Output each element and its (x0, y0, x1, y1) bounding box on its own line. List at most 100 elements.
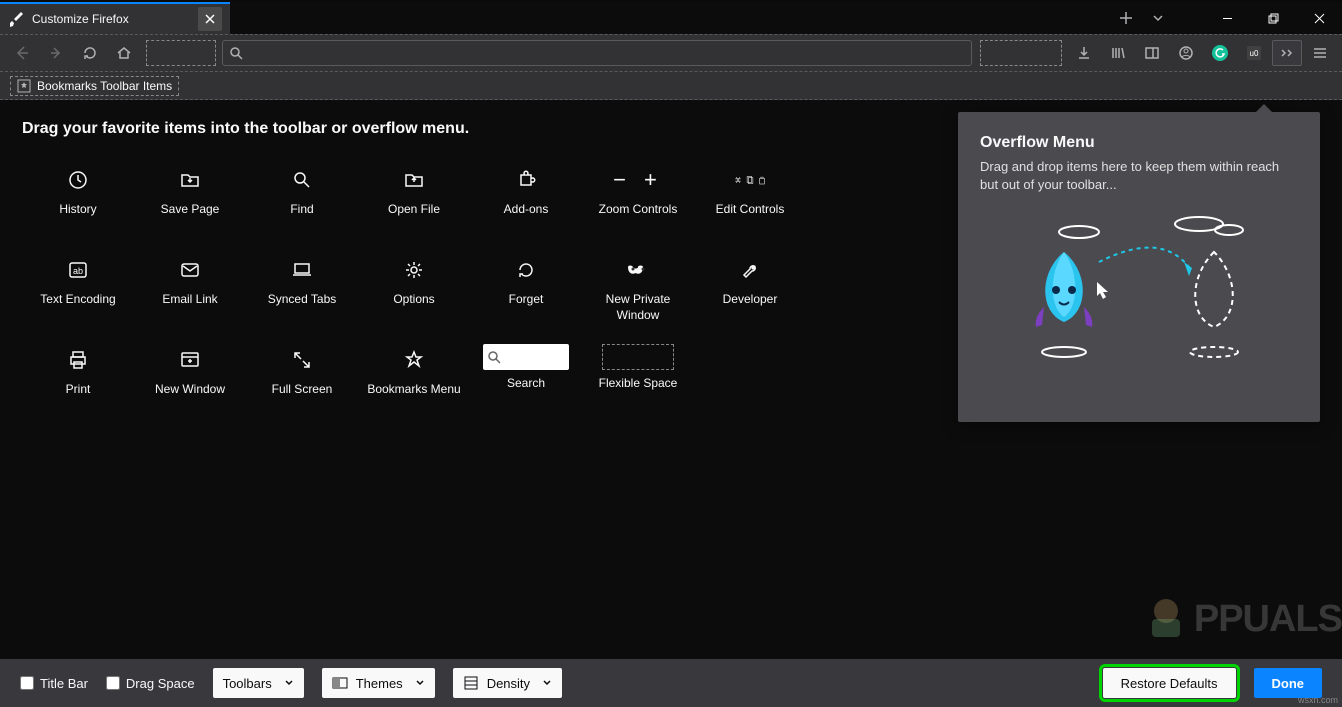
watermark: PPUALS (1138, 591, 1342, 647)
tab-close-button[interactable] (198, 7, 222, 31)
home-button[interactable] (108, 37, 140, 69)
chevron-double-right-icon (1280, 48, 1294, 58)
chevron-down-icon (1152, 12, 1164, 24)
restore-defaults-button[interactable]: Restore Defaults (1103, 668, 1236, 698)
sidebar-icon (1144, 45, 1160, 61)
overflow-panel: Overflow Menu Drag and drop items here t… (958, 112, 1320, 422)
overflow-illustration (980, 212, 1298, 372)
forward-button[interactable] (40, 37, 72, 69)
search-box-icon (483, 344, 569, 370)
paintbrush-icon (8, 11, 24, 27)
print-icon (68, 350, 88, 370)
item-synced-tabs[interactable]: Synced Tabs (246, 246, 358, 336)
mail-icon (180, 260, 200, 280)
item-forget[interactable]: Forget (470, 246, 582, 336)
all-tabs-button[interactable] (1142, 1, 1174, 35)
window-icon (180, 350, 200, 370)
item-search[interactable]: Search (470, 336, 582, 426)
bookmarks-toolbar: Bookmarks Toolbar Items (0, 72, 1342, 100)
account-button[interactable] (1170, 37, 1202, 69)
ublock-button[interactable]: u0 (1238, 37, 1270, 69)
tab-strip: Customize Firefox (0, 0, 1342, 34)
plus-icon (1119, 11, 1133, 25)
item-text-encoding[interactable]: abText Encoding (22, 246, 134, 336)
overflow-panel-desc: Drag and drop items here to keep them wi… (980, 158, 1298, 194)
item-options[interactable]: Options (358, 246, 470, 336)
wrench-icon (740, 260, 760, 280)
tab-customize[interactable]: Customize Firefox (0, 2, 230, 34)
nav-toolbar: u0 (0, 34, 1342, 72)
item-history[interactable]: History (22, 156, 134, 246)
item-new-window[interactable]: New Window (134, 336, 246, 426)
close-icon (205, 14, 215, 24)
theme-icon (332, 675, 348, 691)
grammarly-button[interactable] (1204, 37, 1236, 69)
chevron-down-icon (415, 678, 425, 688)
download-icon (1076, 45, 1092, 61)
window-maximize-button[interactable] (1250, 1, 1296, 35)
item-developer[interactable]: Developer (694, 246, 806, 336)
item-open-file[interactable]: Open File (358, 156, 470, 246)
item-email-link[interactable]: Email Link (134, 246, 246, 336)
item-private-window[interactable]: New Private Window (582, 246, 694, 336)
density-dropdown[interactable]: Density (453, 668, 562, 698)
drag-space-checkbox[interactable]: Drag Space (106, 676, 195, 691)
item-fullscreen[interactable]: Full Screen (246, 336, 358, 426)
window-minimize-button[interactable] (1204, 1, 1250, 35)
customize-content: Drag your favorite items into the toolba… (0, 100, 1342, 659)
arrow-right-icon (48, 45, 64, 61)
chevron-down-icon (284, 678, 294, 688)
themes-dropdown[interactable]: Themes (322, 668, 435, 698)
menu-button[interactable] (1304, 37, 1336, 69)
flex-space-icon (602, 344, 674, 370)
item-find[interactable]: Find (246, 156, 358, 246)
chevron-down-icon (542, 678, 552, 688)
sidebar-button[interactable] (1136, 37, 1168, 69)
reload-button[interactable] (74, 37, 106, 69)
title-bar-checkbox[interactable]: Title Bar (20, 676, 88, 691)
ublock-icon: u0 (1245, 44, 1263, 62)
flex-space-placeholder[interactable] (980, 40, 1062, 66)
clock-icon (68, 170, 88, 190)
svg-text:u0: u0 (1250, 49, 1259, 58)
flex-space-placeholder[interactable] (146, 40, 216, 66)
item-save-page[interactable]: Save Page (134, 156, 246, 246)
reload-icon (82, 45, 98, 61)
url-bar[interactable] (222, 40, 972, 66)
edit-icons (734, 164, 766, 196)
tab-title: Customize Firefox (32, 12, 129, 26)
done-button[interactable]: Done (1254, 668, 1323, 698)
window-close-button[interactable] (1296, 1, 1342, 35)
mask-icon (626, 263, 650, 277)
customize-footer: Title Bar Drag Space Toolbars Themes Den… (0, 659, 1342, 707)
overflow-button[interactable] (1272, 40, 1302, 66)
minimize-icon (1222, 13, 1233, 24)
text-encoding-icon: ab (68, 260, 88, 280)
library-button[interactable] (1102, 37, 1134, 69)
puzzle-icon (516, 170, 536, 190)
toolbars-dropdown[interactable]: Toolbars (213, 668, 304, 698)
svg-text:ab: ab (73, 266, 83, 276)
source-label: wsxn.com (1298, 695, 1338, 705)
item-edit-controls[interactable]: Edit Controls (694, 156, 806, 246)
bookmark-star-icon (17, 79, 31, 93)
forget-icon (516, 260, 536, 280)
item-print[interactable]: Print (22, 336, 134, 426)
density-icon (463, 675, 479, 691)
downloads-button[interactable] (1068, 37, 1100, 69)
arrow-left-icon (13, 44, 31, 62)
gear-icon (404, 260, 424, 280)
item-bookmarks-menu[interactable]: Bookmarks Menu (358, 336, 470, 426)
item-zoom-controls[interactable]: − +Zoom Controls (582, 156, 694, 246)
item-addons[interactable]: Add-ons (470, 156, 582, 246)
folder-download-icon (180, 170, 200, 190)
maximize-icon (1268, 13, 1279, 24)
item-flex-space[interactable]: Flexible Space (582, 336, 694, 426)
search-icon (292, 170, 312, 190)
laptop-icon (292, 260, 312, 280)
zoom-icon: − + (622, 164, 654, 196)
bookmarks-toolbar-label: Bookmarks Toolbar Items (37, 79, 172, 93)
bookmarks-toolbar-items[interactable]: Bookmarks Toolbar Items (10, 76, 179, 96)
back-button[interactable] (6, 37, 38, 69)
new-tab-button[interactable] (1110, 1, 1142, 35)
